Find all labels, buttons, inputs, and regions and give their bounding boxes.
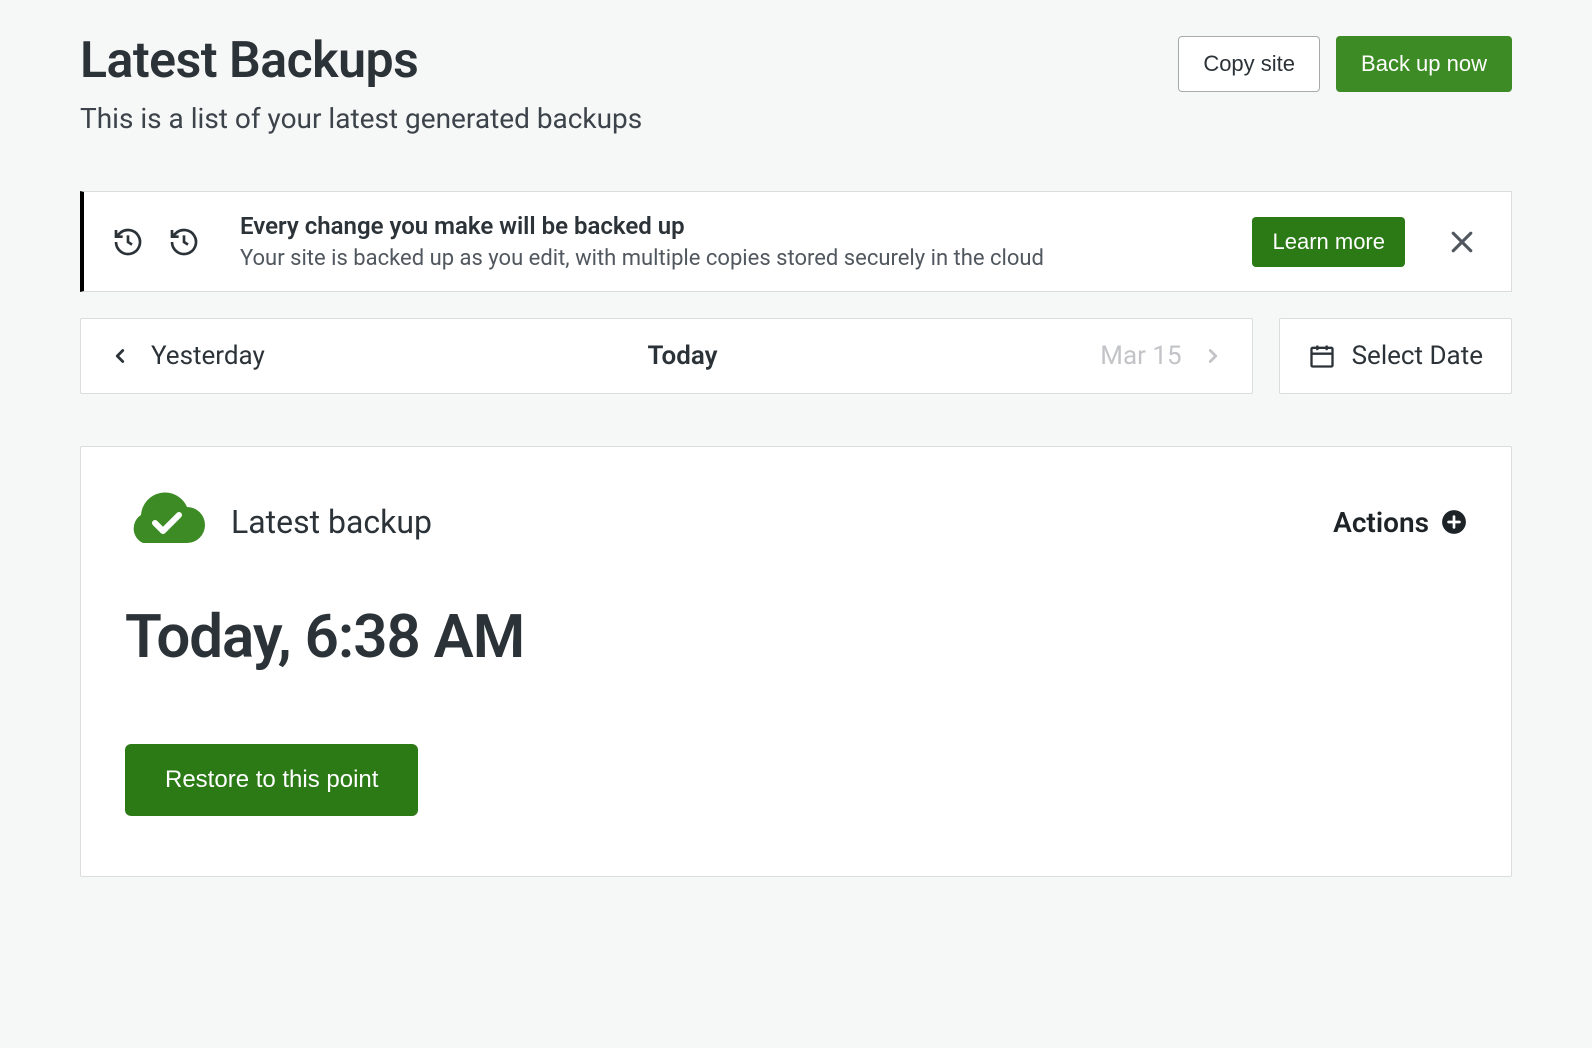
next-day-button: Mar 15 bbox=[1100, 341, 1223, 371]
select-date-label: Select Date bbox=[1352, 341, 1483, 371]
plus-circle-icon bbox=[1441, 509, 1467, 535]
banner-title: Every change you make will be backed up bbox=[240, 212, 1252, 240]
close-icon[interactable] bbox=[1441, 221, 1483, 263]
learn-more-button[interactable]: Learn more bbox=[1252, 217, 1405, 267]
restore-button[interactable]: Restore to this point bbox=[125, 744, 418, 816]
actions-button[interactable]: Actions bbox=[1333, 506, 1467, 539]
latest-backup-label: Latest backup bbox=[231, 503, 432, 541]
actions-label: Actions bbox=[1333, 506, 1429, 539]
page-subtitle: This is a list of your latest generated … bbox=[80, 102, 1512, 135]
date-navigator: Yesterday Today Mar 15 bbox=[80, 318, 1253, 394]
select-date-button[interactable]: Select Date bbox=[1279, 318, 1512, 394]
info-banner: Every change you make will be backed up … bbox=[80, 191, 1512, 292]
copy-site-button[interactable]: Copy site bbox=[1178, 36, 1320, 92]
prev-day-label: Yesterday bbox=[151, 341, 265, 371]
cloud-check-icon bbox=[125, 491, 205, 553]
banner-description: Your site is backed up as you edit, with… bbox=[240, 246, 1252, 271]
next-day-label: Mar 15 bbox=[1100, 341, 1181, 371]
prev-day-button[interactable]: Yesterday bbox=[109, 341, 265, 371]
backup-now-button[interactable]: Back up now bbox=[1336, 36, 1512, 92]
banner-icons bbox=[112, 226, 200, 258]
chevron-right-icon bbox=[1202, 345, 1224, 367]
chevron-left-icon bbox=[109, 345, 131, 367]
header-buttons: Copy site Back up now bbox=[1178, 36, 1512, 92]
latest-backup-card: Latest backup Actions Today, 6:38 AM Res… bbox=[80, 446, 1512, 877]
history-icon bbox=[112, 226, 144, 258]
backup-timestamp: Today, 6:38 AM bbox=[125, 601, 1467, 672]
current-day-label: Today bbox=[265, 341, 1100, 371]
history-icon bbox=[168, 226, 200, 258]
calendar-icon bbox=[1308, 342, 1336, 370]
page-title: Latest Backups bbox=[80, 32, 418, 90]
